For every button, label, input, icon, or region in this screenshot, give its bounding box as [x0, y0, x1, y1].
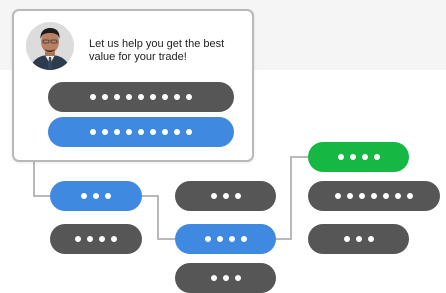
mask-dot	[361, 154, 368, 160]
mask-dot	[395, 193, 401, 199]
mask-dot	[90, 94, 96, 100]
mask-dot	[407, 193, 413, 199]
step3-option-2[interactable]	[175, 224, 276, 254]
mask-dot	[102, 94, 108, 100]
mask-dot	[210, 193, 217, 199]
mask-dot	[162, 94, 168, 100]
mask-dot	[349, 154, 356, 160]
mask-dot	[186, 129, 192, 135]
connector-step2-to-step3	[142, 195, 175, 240]
mask-dot	[359, 193, 365, 199]
agent-avatar-icon	[26, 22, 74, 70]
mask-dot	[210, 275, 217, 281]
mask-dot	[222, 275, 229, 281]
mask-dot	[174, 129, 180, 135]
mask-dot	[335, 193, 341, 199]
mask-dot	[114, 94, 120, 100]
mask-dot	[355, 236, 362, 242]
card-option-1[interactable]	[48, 82, 234, 112]
mask-dot	[367, 236, 374, 242]
step2-option-2[interactable]	[50, 224, 142, 254]
mask-dot	[234, 193, 241, 199]
mask-dot	[93, 193, 99, 199]
mask-dot	[138, 129, 144, 135]
mask-dot	[234, 275, 241, 281]
mask-dot	[81, 193, 87, 199]
mask-dot	[162, 129, 168, 135]
mask-dot	[240, 236, 247, 242]
mask-dot	[371, 193, 377, 199]
mask-dot	[150, 129, 156, 135]
mask-dot	[337, 154, 344, 160]
mask-dot	[102, 129, 108, 135]
mask-dot	[126, 94, 132, 100]
mask-dot	[105, 193, 111, 199]
mask-dot	[90, 129, 96, 135]
mask-dot	[174, 94, 180, 100]
mask-dot	[114, 129, 120, 135]
chat-message: Let us help you get the best value for y…	[89, 38, 225, 63]
mask-dot	[186, 94, 192, 100]
step3-option-3[interactable]	[175, 263, 276, 293]
mask-dot	[150, 94, 156, 100]
step3-option-1[interactable]	[175, 181, 276, 211]
mask-dot	[347, 193, 353, 199]
step4-option-2[interactable]	[308, 181, 440, 211]
card-option-2[interactable]	[48, 117, 234, 147]
connector-step3-to-step4	[276, 156, 308, 240]
mask-dot	[383, 193, 389, 199]
mask-dot	[222, 193, 229, 199]
mask-dot	[126, 129, 132, 135]
mask-dot	[75, 236, 81, 242]
mask-dot	[228, 236, 235, 242]
step2-option-1[interactable]	[50, 181, 142, 211]
mask-dot	[99, 236, 105, 242]
mask-dot	[216, 236, 223, 242]
step4-option-1[interactable]	[308, 142, 409, 172]
mask-dot	[138, 94, 144, 100]
mask-dot	[343, 236, 350, 242]
mask-dot	[373, 154, 380, 160]
mask-dot	[87, 236, 93, 242]
mask-dot	[111, 236, 117, 242]
step4-option-3[interactable]	[308, 224, 409, 254]
mask-dot	[204, 236, 211, 242]
